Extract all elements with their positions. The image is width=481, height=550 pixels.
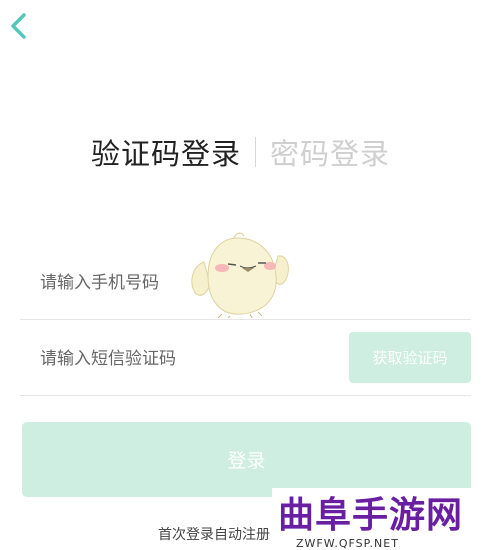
- tab-password-login[interactable]: 密码登录: [270, 131, 390, 173]
- get-code-button[interactable]: 获取验证码: [349, 332, 471, 383]
- back-chevron-icon[interactable]: [8, 12, 32, 40]
- auto-register-note: 首次登录自动注册: [158, 527, 270, 543]
- sms-code-input[interactable]: [38, 340, 322, 378]
- phone-input-divider: [20, 319, 471, 320]
- tab-divider: [255, 137, 256, 167]
- code-input-divider: [20, 395, 471, 396]
- tab-sms-code-login[interactable]: 验证码登录: [91, 131, 241, 173]
- phone-number-input[interactable]: [38, 264, 212, 302]
- watermark-title: 曲阜手游网: [278, 494, 464, 536]
- watermark-url: ZWFW.QFSP.NET: [296, 537, 399, 550]
- login-mode-tabs: 验证码登录 密码登录: [0, 130, 481, 174]
